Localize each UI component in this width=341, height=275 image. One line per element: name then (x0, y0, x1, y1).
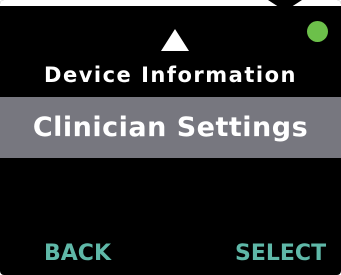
menu-item-clinician-settings[interactable]: Clinician Settings (0, 97, 341, 158)
device-screen: Device Information Clinician Settings BA… (0, 0, 341, 275)
selected-item-label: Clinician Settings (32, 112, 309, 143)
status-dot-icon (307, 21, 328, 42)
menu-item-device-information[interactable]: Device Information (0, 60, 341, 90)
back-button[interactable]: BACK (44, 239, 111, 269)
select-button[interactable]: SELECT (235, 239, 326, 269)
pointer-notch-icon (268, 0, 302, 11)
up-triangle-icon[interactable] (161, 29, 189, 51)
